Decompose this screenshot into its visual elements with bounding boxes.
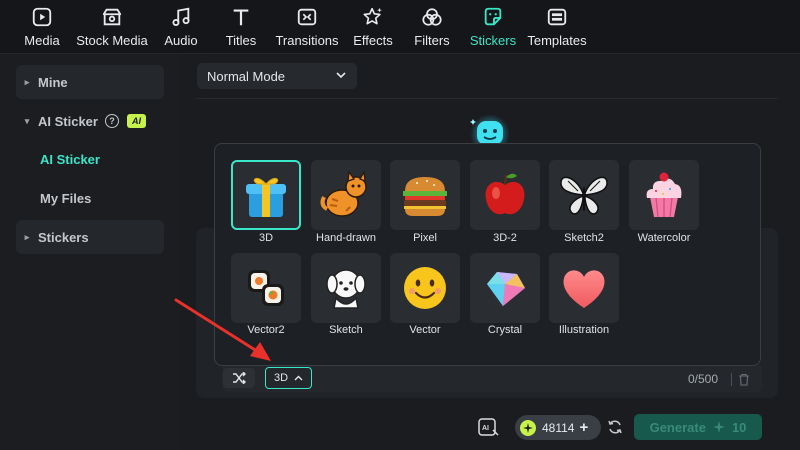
style-option-vector2[interactable] <box>231 253 301 323</box>
divider <box>196 98 778 99</box>
butterfly-icon <box>560 176 608 215</box>
gift-box-icon <box>246 177 286 217</box>
trash-icon[interactable] <box>738 373 750 386</box>
tab-transitions[interactable]: Transitions <box>275 5 339 51</box>
tab-label: Filters <box>414 33 450 48</box>
tab-label: Titles <box>225 33 257 48</box>
sidebar-item-stickers[interactable]: ▸ Stickers <box>16 220 164 254</box>
tab-media[interactable]: Media <box>22 5 62 51</box>
text-t-icon <box>229 5 253 29</box>
sushi-icon <box>248 270 284 306</box>
puppy-icon <box>326 269 366 309</box>
caret-down-icon: ▾ <box>24 115 30 126</box>
tab-label: Media <box>24 33 60 48</box>
style-label: Vector2 <box>247 324 285 336</box>
tab-label: Stickers <box>469 33 517 48</box>
style-label: Hand-drawn <box>316 232 376 244</box>
cat-icon <box>320 169 367 217</box>
tab-audio[interactable]: Audio <box>163 5 199 51</box>
style-label: Sketch2 <box>564 232 604 244</box>
style-option-hand-drawn[interactable] <box>311 160 381 230</box>
generate-label: Generate <box>649 419 706 435</box>
cupcake-icon <box>646 172 682 218</box>
top-toolbar: Media Stock Media Audio Titles Transitio… <box>0 0 800 54</box>
credits-value: 48114 <box>542 420 575 435</box>
style-label: Illustration <box>558 324 610 336</box>
style-select-button[interactable]: 3D <box>265 367 312 389</box>
style-option-sketch2[interactable] <box>549 160 619 230</box>
chevron-up-icon <box>294 375 303 381</box>
refresh-icon[interactable] <box>607 419 623 435</box>
style-option-3d-2[interactable] <box>470 160 540 230</box>
style-option-3d[interactable] <box>231 160 301 230</box>
style-label: 3D-2 <box>493 232 517 244</box>
generate-cost: 10 <box>731 419 747 435</box>
stock-media-icon <box>100 5 124 29</box>
effects-star-icon <box>361 5 385 29</box>
style-option-crystal[interactable] <box>470 253 540 323</box>
style-option-sketch[interactable] <box>311 253 381 323</box>
tab-filters[interactable]: Filters <box>414 5 450 51</box>
smiley-face-icon <box>404 267 446 309</box>
tab-label: Audio <box>164 33 198 48</box>
plus-icon: + <box>579 419 589 436</box>
style-label: Sketch <box>329 324 363 336</box>
credits-balance[interactable]: 48114 + <box>515 415 601 440</box>
sidebar-item-mine[interactable]: ▸ Mine <box>16 65 164 99</box>
divider <box>731 373 732 386</box>
mode-dropdown-value: Normal Mode <box>207 68 286 84</box>
character-counter: 0/500 <box>688 372 719 386</box>
caret-right-icon: ▸ <box>24 76 30 87</box>
style-option-pixel[interactable] <box>390 160 460 230</box>
chevron-down-icon <box>336 72 346 79</box>
svg-text:AI: AI <box>482 425 489 432</box>
music-note-icon <box>169 5 193 29</box>
ai-badge: AI <box>126 114 146 128</box>
tab-effects[interactable]: Effects <box>352 5 394 51</box>
sparkle-icon <box>712 421 725 433</box>
tab-label: Stock Media <box>76 33 148 48</box>
tab-label: Transitions <box>275 33 339 48</box>
shuffle-icon <box>233 372 246 384</box>
burger-icon <box>403 177 447 216</box>
filters-icon <box>420 5 444 29</box>
style-label: Crystal <box>487 324 523 336</box>
tab-templates[interactable]: Templates <box>527 5 587 51</box>
tab-stock-media[interactable]: Stock Media <box>76 5 148 51</box>
mode-dropdown[interactable]: Normal Mode <box>197 63 357 89</box>
tab-titles[interactable]: Titles <box>224 5 258 51</box>
sticker-icon <box>481 5 505 29</box>
templates-icon <box>545 5 569 29</box>
sidebar-item-ai-sticker[interactable]: ▾ AI Sticker ? AI <box>16 104 164 138</box>
help-icon[interactable]: ? <box>104 114 119 128</box>
ai-assist-icon[interactable]: AI <box>477 416 499 438</box>
sidebar-subitem-my-files[interactable]: My Files <box>40 191 91 206</box>
style-label: Watercolor <box>637 232 691 244</box>
style-select-value: 3D <box>273 372 289 384</box>
tab-label: Templates <box>527 33 587 48</box>
shuffle-button[interactable] <box>223 368 255 388</box>
transitions-icon <box>295 5 319 29</box>
sidebar-item-label: AI Sticker <box>38 113 98 129</box>
sidebar-subitem-ai-sticker[interactable]: AI Sticker <box>40 152 100 167</box>
crystal-diamond-icon <box>487 272 525 306</box>
style-label: Vector <box>409 324 441 336</box>
style-option-illustration[interactable] <box>549 253 619 323</box>
caret-right-icon: ▸ <box>24 231 30 242</box>
style-option-vector[interactable] <box>390 253 460 323</box>
tab-stickers[interactable]: Stickers <box>468 5 518 51</box>
style-label: Pixel <box>413 232 437 244</box>
style-label: 3D <box>258 232 274 244</box>
sidebar-item-label: Stickers <box>38 229 89 245</box>
generate-button[interactable]: Generate 10 <box>634 414 762 440</box>
tab-label: Effects <box>353 33 393 48</box>
heart-icon <box>563 270 605 308</box>
lightning-bolt-icon <box>520 419 536 436</box>
media-icon <box>30 5 54 29</box>
style-option-watercolor[interactable] <box>629 160 699 230</box>
sidebar-item-label: Mine <box>38 74 68 90</box>
apple-icon <box>485 173 525 215</box>
